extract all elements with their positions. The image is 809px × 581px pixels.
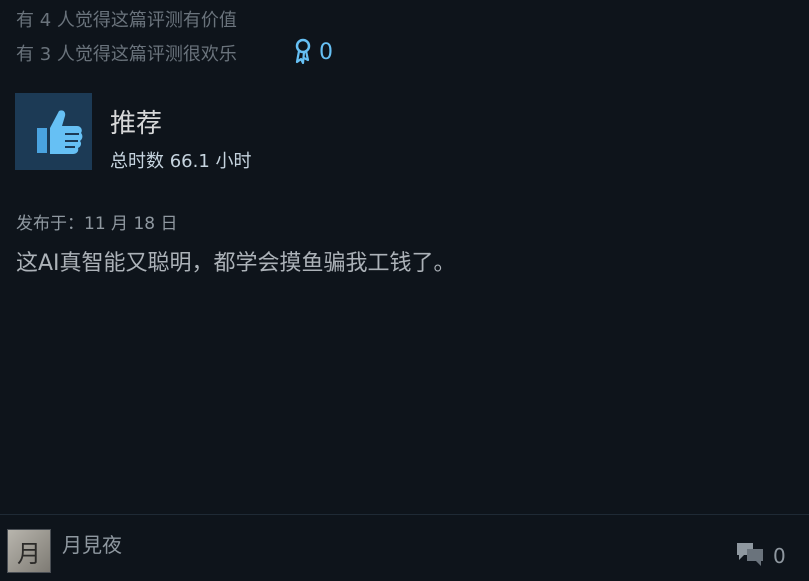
avatar-glyph: 月 [17, 539, 41, 568]
avatar[interactable]: 月 [7, 529, 51, 573]
review-body: 这AI真智能又聪明，都学会摸鱼骗我工钱了。 [16, 251, 456, 276]
playtime-hours: 总时数 66.1 小时 [110, 151, 252, 172]
award-ribbon-icon [293, 38, 313, 68]
comments-button[interactable]: 0 [735, 540, 786, 572]
comment-count: 0 [773, 544, 786, 568]
author-name[interactable]: 月見夜 [62, 529, 122, 558]
funny-count-text: 有 3 人觉得这篇评测很欢乐 [16, 44, 237, 65]
thumbs-up-icon [15, 93, 92, 170]
review-footer: 月 月見夜 0 [0, 514, 809, 581]
award-button[interactable]: 0 [293, 38, 333, 68]
recommendation-title: 推荐 [110, 109, 163, 139]
posted-date: 发布于：11 月 18 日 [16, 214, 178, 234]
award-count: 0 [319, 40, 333, 65]
helpful-count-text: 有 4 人觉得这篇评测有价值 [16, 10, 237, 31]
comments-icon [735, 540, 765, 572]
